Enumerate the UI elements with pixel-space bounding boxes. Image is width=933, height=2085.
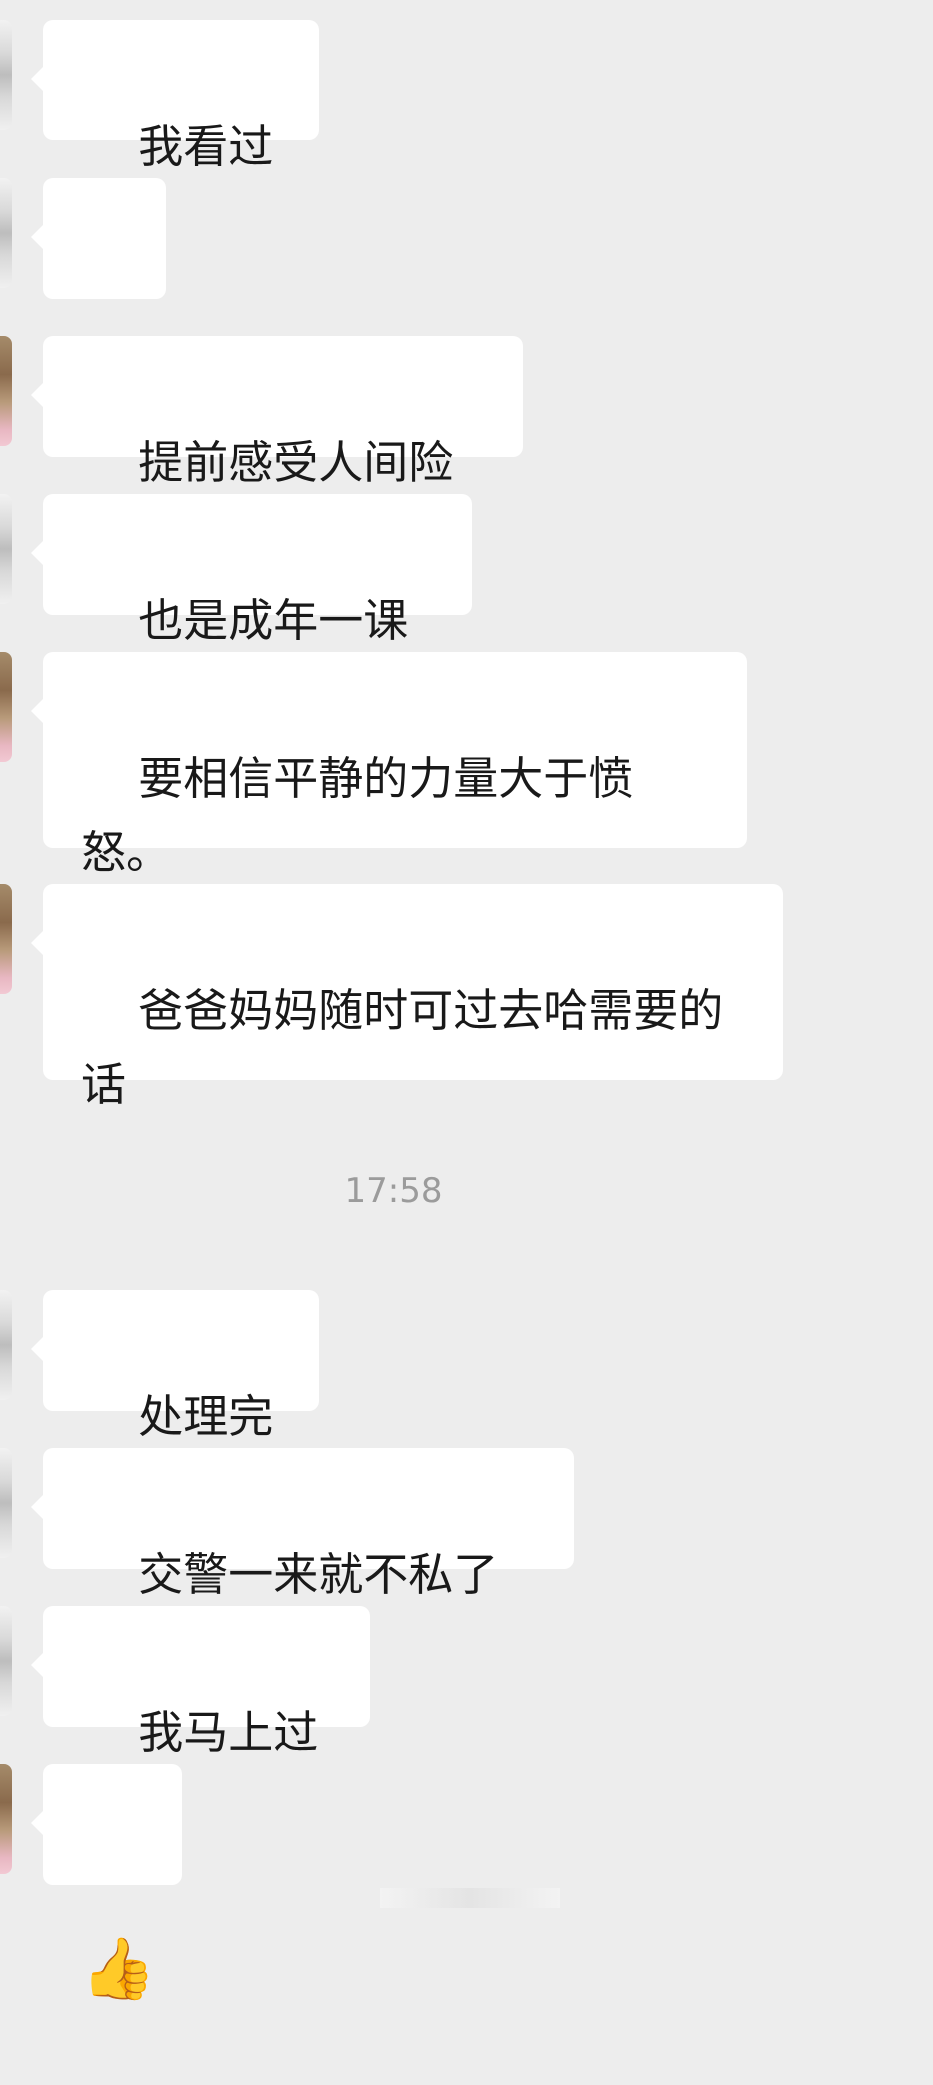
message-bubble[interactable]: 我马上过来	[31, 1606, 370, 1833]
contact-avatar[interactable]	[0, 494, 12, 604]
message-timestamp: 17:58	[344, 1171, 443, 1211]
contact-avatar[interactable]	[0, 1606, 12, 1716]
contact-avatar[interactable]	[0, 884, 12, 994]
contact-avatar[interactable]	[0, 1448, 12, 1558]
contact-avatar[interactable]	[0, 1290, 12, 1400]
contact-avatar[interactable]	[0, 1764, 12, 1874]
message-bubble[interactable]: 爸爸妈妈随时可过去哈需要的 话	[31, 884, 783, 1111]
thumbs-up-icon: 👍	[81, 1934, 156, 2004]
message-bubble[interactable]: 有	[31, 178, 166, 405]
message-bubble[interactable]: 交警一来就不私了了	[31, 1448, 574, 1675]
message-bubble[interactable]: 也是成年一课了	[31, 494, 472, 721]
contact-avatar[interactable]	[0, 652, 12, 762]
contact-avatar[interactable]	[0, 20, 12, 130]
message-bubble[interactable]: 我看过了	[31, 20, 319, 247]
contact-avatar[interactable]	[0, 336, 12, 446]
blurred-bottom-content	[380, 1888, 560, 1908]
message-bubble[interactable]: 处理完了	[31, 1290, 319, 1517]
message-bubble[interactable]: 要相信平静的力量大于愤怒。 据实坚持不卑不亢	[31, 652, 747, 953]
chat-history[interactable]: 我看过了 有 提前感受人间险恶 也是成年一课了 要相信平静的力量大于愤怒。 据实…	[0, 0, 933, 2004]
message-text: 爸爸妈妈随时可过去哈需要的 话	[81, 984, 724, 1111]
message-bubble[interactable]: 提前感受人间险恶	[31, 336, 523, 563]
contact-avatar[interactable]	[0, 178, 12, 288]
message-bubble[interactable]: 👍	[31, 1764, 182, 2004]
